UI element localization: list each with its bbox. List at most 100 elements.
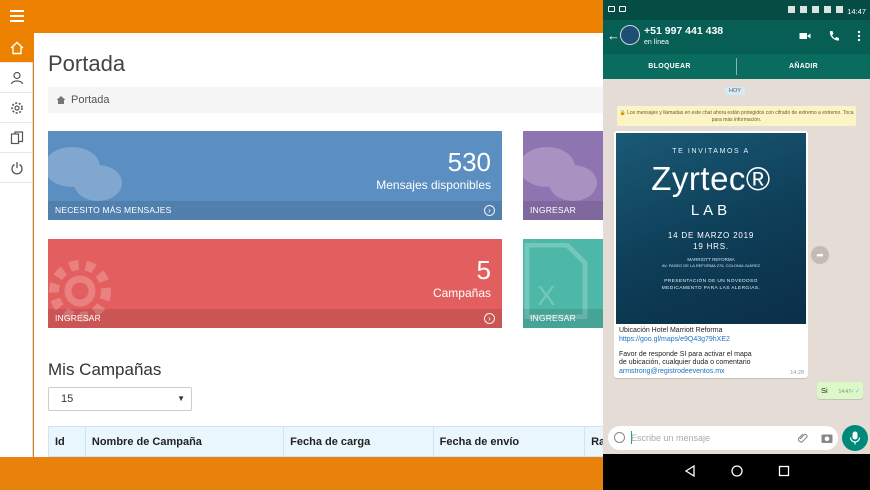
attach-icon[interactable] — [797, 432, 809, 444]
status-bar: 14:47 — [603, 0, 870, 20]
campaigns-count: 5 — [476, 255, 491, 285]
encryption-notice[interactable]: 🔒 Los mensajes y llamadas en este chat a… — [617, 106, 856, 126]
microphone-icon — [849, 431, 861, 445]
card-footer-link[interactable]: INGRESAR › — [48, 309, 502, 328]
svg-text:X: X — [537, 280, 556, 311]
contact-avatar[interactable] — [620, 25, 640, 45]
text-cursor — [631, 431, 632, 444]
invite-brand: Zyrtec® — [651, 160, 771, 197]
invite-presentation: PRESENTACIÓN DE UN NOVEDOSO MEDICAMENTO … — [661, 279, 761, 291]
back-arrow-icon[interactable]: ← — [607, 28, 620, 43]
invite-address: AV. PASEO DE LA REFORMA 276, COLONIA JUÁ… — [661, 263, 761, 268]
card-footer-link[interactable]: NECESITO MÁS MENSAJES › — [48, 201, 502, 220]
messages-card[interactable]: 530 Mensajes disponibles NECESITO MÁS ME… — [48, 131, 502, 220]
card-footer-label: INGRESAR — [530, 205, 576, 215]
column-header-name[interactable]: Nombre de Campaña — [86, 427, 285, 456]
forward-icon[interactable]: ➦ — [811, 246, 829, 264]
column-header-id[interactable]: Id — [49, 427, 86, 456]
card-footer-link[interactable]: INGRESAR — [523, 309, 604, 328]
add-contact-button[interactable]: AÑADIR — [737, 54, 870, 79]
recents-square-icon[interactable] — [777, 464, 791, 478]
whatsapp-phone-screen: 14:47 ← +51 997 441 438 en línea BLOQUEA… — [603, 0, 870, 490]
message-map-link[interactable]: https://goo.gl/maps/e9Q43g79hXE2 — [619, 336, 730, 343]
page-size-select[interactable]: 15 ▼ — [48, 387, 192, 411]
status-time: 14:47 — [847, 7, 866, 16]
user-icon — [10, 71, 23, 84]
block-button[interactable]: BLOQUEAR — [603, 54, 736, 79]
card-footer-label: INGRESAR — [530, 313, 576, 323]
outgoing-message[interactable]: Si 14:47 ✓✓ — [817, 382, 863, 399]
available-messages-count: 530 — [447, 147, 491, 177]
campaigns-card[interactable]: 5 Campañas INGRESAR › — [48, 239, 502, 328]
contact-presence: en línea — [644, 39, 669, 46]
mic-button[interactable] — [842, 425, 868, 451]
message-input[interactable]: Escribe un mensaje — [631, 433, 710, 443]
excel-file-icon: X — [524, 243, 588, 319]
sidebar-item-documents[interactable] — [0, 123, 33, 153]
chat-header: ← +51 997 441 438 en línea — [603, 20, 870, 54]
icon-sidebar — [0, 33, 33, 457]
event-invitation-image[interactable]: TE INVITAMOS A Zyrtec® LAB 14 DE MARZO 2… — [616, 133, 806, 324]
message-time: 14:28 — [790, 370, 804, 376]
day-label: HOY — [725, 87, 745, 95]
hamburger-menu-icon[interactable] — [10, 10, 24, 22]
message-location: Ubicación Hotel Marriott Reforma — [619, 327, 723, 334]
breadcrumb-item[interactable]: Portada — [71, 94, 110, 106]
phone-call-icon[interactable] — [828, 30, 840, 42]
wifi-icon — [812, 6, 819, 13]
power-icon — [10, 161, 23, 174]
home-circle-icon[interactable] — [730, 464, 744, 478]
column-header-upload-date[interactable]: Fecha de carga — [284, 427, 434, 456]
invite-subtitle: LAB — [690, 202, 732, 219]
gear-icon — [10, 101, 23, 114]
campaigns-table-header: Id Nombre de Campaña Fecha de carga Fech… — [48, 426, 604, 457]
home-icon — [56, 96, 66, 104]
sidebar-item-profile[interactable] — [0, 63, 33, 93]
breadcrumb: Portada — [48, 87, 604, 113]
card-footer-link[interactable]: INGRESAR — [523, 201, 604, 220]
more-vertical-icon[interactable] — [853, 30, 865, 42]
purple-card[interactable]: INGRESAR — [523, 131, 604, 220]
available-messages-label: Mensajes disponibles — [376, 178, 491, 192]
read-ticks-icon: ✓✓ — [849, 389, 860, 395]
android-nav-bar — [603, 454, 870, 490]
excel-card[interactable]: X INGRESAR — [523, 239, 604, 328]
vibrate-icon — [800, 6, 807, 13]
message-input-bar[interactable]: Escribe un mensaje — [608, 426, 838, 450]
invite-venue: MARRIOTT REFORMA — [687, 257, 735, 262]
arrow-right-circle-icon: › — [484, 205, 495, 216]
contact-number[interactable]: +51 997 441 438 — [644, 25, 723, 37]
sidebar-item-logout[interactable] — [0, 153, 33, 183]
back-triangle-icon[interactable] — [683, 464, 697, 478]
dashboard-main: Portada Portada 530 Mensajes disponibles… — [34, 33, 604, 457]
card-footer-label: NECESITO MÁS MENSAJES — [55, 205, 172, 215]
column-header-send-date[interactable]: Fecha de envío — [434, 427, 586, 456]
column-header-ra[interactable]: Ra — [585, 427, 604, 456]
message-line: de ubicación, cualquier duda o comentari… — [619, 359, 751, 366]
camera-icon[interactable] — [821, 432, 833, 444]
card-footer-label: INGRESAR — [55, 313, 101, 323]
emoji-icon[interactable] — [614, 432, 625, 443]
copy-icon — [10, 130, 23, 144]
bluetooth-icon — [788, 6, 795, 13]
invite-header: TE INVITAMOS A — [672, 148, 750, 155]
battery-icon — [836, 6, 843, 13]
home-icon — [10, 41, 23, 54]
chat-actions-bar: BLOQUEAR AÑADIR — [603, 54, 870, 79]
signal-icon — [824, 6, 831, 13]
page-size-value: 15 — [61, 393, 74, 405]
message-email-link[interactable]: armstrong@registrodeeventos.mx — [619, 368, 725, 375]
message-icon — [608, 6, 615, 12]
sidebar-item-home[interactable] — [0, 33, 33, 63]
page-title: Portada — [48, 51, 126, 76]
sidebar-item-settings[interactable] — [0, 93, 33, 123]
incoming-message[interactable]: TE INVITAMOS A Zyrtec® LAB 14 DE MARZO 2… — [614, 131, 808, 378]
image-icon — [619, 6, 626, 12]
outgoing-text: Si — [821, 386, 828, 395]
message-line: Favor de responde SI para activar el map… — [619, 351, 752, 358]
video-call-icon[interactable] — [799, 30, 811, 42]
campaigns-label: Campañas — [432, 286, 491, 300]
invite-date: 14 DE MARZO 2019 — [667, 231, 755, 240]
campaigns-section-title: Mis Campañas — [48, 360, 162, 379]
arrow-right-circle-icon: › — [484, 313, 495, 324]
